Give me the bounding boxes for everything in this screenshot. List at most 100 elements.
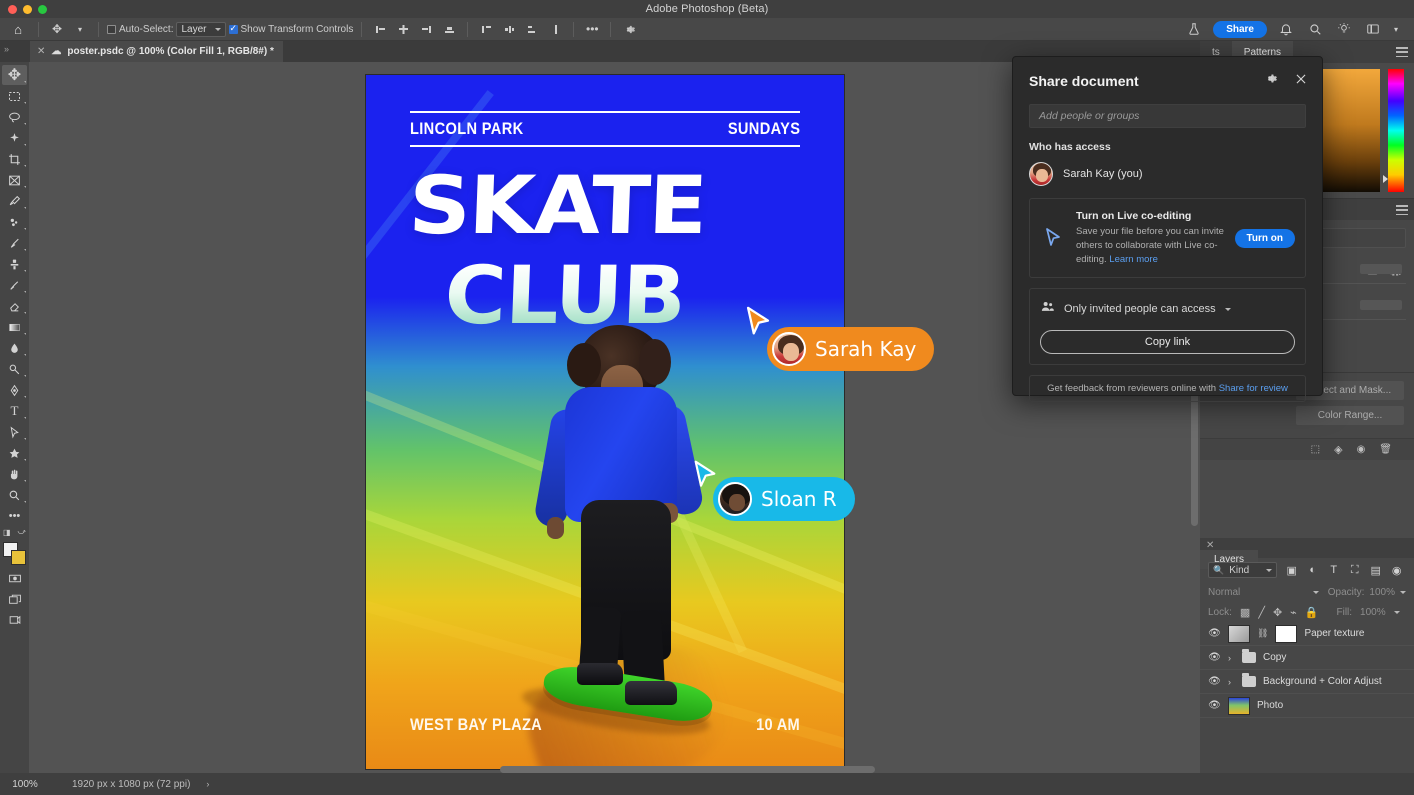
home-icon[interactable]: ⌂ [8, 20, 28, 39]
clone-stamp-tool[interactable] [2, 254, 27, 274]
brush-tool[interactable] [2, 233, 27, 253]
eraser-tool[interactable] [2, 296, 27, 316]
lock-all-icon[interactable]: 🔒 [1305, 606, 1319, 619]
chevron-right-icon[interactable]: › [1228, 677, 1235, 687]
filter-type-icon[interactable]: T [1327, 564, 1340, 576]
filter-adjustment-icon[interactable]: ◐ [1306, 564, 1319, 576]
turn-on-button[interactable]: Turn on [1234, 228, 1295, 248]
workspace-chevron-icon[interactable]: ▾ [1386, 20, 1406, 39]
fill-value[interactable]: 100% [1360, 607, 1386, 618]
crop-tool[interactable] [2, 149, 27, 169]
layer-thumbnail[interactable] [1228, 696, 1250, 715]
gradient-tool[interactable] [2, 317, 27, 337]
move-tool-icon[interactable]: ✥ [47, 20, 67, 39]
align-bottom-edges-icon[interactable] [439, 20, 459, 39]
gear-icon[interactable] [1263, 71, 1278, 91]
lock-image-pixels-icon[interactable]: ╱ [1258, 606, 1265, 619]
eye-icon[interactable]: 👁 [1208, 652, 1221, 663]
share-image-icon[interactable] [2, 610, 27, 630]
table-row[interactable]: 👁 › Background + Color Adjust [1200, 670, 1414, 694]
layer-mask-thumbnail[interactable] [1275, 624, 1298, 643]
share-button[interactable]: Share [1213, 20, 1267, 38]
marching-ants-icon[interactable]: ⬚ [1311, 444, 1320, 455]
table-row[interactable]: 👁 › Copy [1200, 646, 1414, 670]
close-icon[interactable] [1294, 72, 1308, 91]
collaborator-chip[interactable]: Sloan R [713, 477, 855, 521]
delete-icon[interactable]: 🗑 [1379, 444, 1392, 455]
eye-icon[interactable]: 👁 [1208, 676, 1221, 687]
add-people-input[interactable]: Add people or groups [1029, 104, 1306, 128]
lock-artboard-icon[interactable]: ⌁ [1290, 606, 1297, 619]
copy-link-button[interactable]: Copy link [1040, 330, 1295, 355]
frame-tool[interactable] [2, 170, 27, 190]
filter-pixel-icon[interactable]: ▣ [1285, 564, 1298, 577]
link-icon[interactable]: ⛓ [1257, 628, 1268, 639]
panel-menu-icon[interactable] [1396, 47, 1408, 57]
move-tool[interactable]: ✥ [2, 65, 27, 85]
distribute-horizontal-icon[interactable] [522, 20, 542, 39]
path-selection-tool[interactable] [2, 422, 27, 442]
traffic-lights[interactable] [8, 5, 47, 14]
table-row[interactable]: 👁 ⛓ Paper texture [1200, 622, 1414, 646]
workspace-icon[interactable] [1363, 20, 1383, 39]
hand-tool[interactable] [2, 464, 27, 484]
lock-position-icon[interactable]: ✥ [1273, 606, 1282, 619]
discover-bulb-icon[interactable] [1334, 20, 1354, 39]
filter-smart-object-icon[interactable]: ▤ [1369, 564, 1382, 577]
panel-expand-arrows-icon[interactable]: » [4, 44, 9, 54]
chevron-right-icon[interactable]: › [190, 779, 209, 789]
default-colors-icon[interactable]: ◨ [3, 528, 11, 537]
pen-tool[interactable] [2, 380, 27, 400]
chevron-down-icon[interactable] [1224, 307, 1231, 311]
shape-tool[interactable] [2, 443, 27, 463]
gear-icon[interactable] [619, 20, 639, 39]
auto-select-checkbox[interactable] [107, 24, 116, 34]
screen-mode-icon[interactable] [2, 589, 27, 609]
share-for-review-link[interactable]: Share for review [1219, 383, 1288, 394]
bell-icon[interactable] [1276, 20, 1296, 39]
access-level-dropdown[interactable]: Only invited people can access [1040, 299, 1295, 319]
zoom-level[interactable]: 100% [0, 779, 50, 790]
lasso-tool[interactable] [2, 107, 27, 127]
beta-flask-icon[interactable] [1184, 20, 1204, 39]
default-swap-colors[interactable]: ◨ ⤻ [3, 527, 26, 537]
align-top-edges-icon[interactable] [476, 20, 496, 39]
align-horizontal-centers-icon[interactable] [393, 20, 413, 39]
mask-icon[interactable]: ◈ [1334, 443, 1342, 456]
eyedropper-tool[interactable] [2, 191, 27, 211]
distribute-vertical-icon[interactable] [545, 20, 565, 39]
zoom-window-button[interactable] [38, 5, 47, 14]
edit-toolbar-icon[interactable]: ••• [2, 506, 27, 526]
blend-mode-dropdown[interactable]: Normal [1208, 584, 1323, 600]
align-left-edges-icon[interactable] [370, 20, 390, 39]
show-transform-checkbox[interactable] [228, 23, 238, 34]
chevron-down-icon[interactable] [1400, 590, 1406, 594]
align-vertical-centers-icon[interactable] [499, 20, 519, 39]
learn-more-link[interactable]: Learn more [1109, 254, 1158, 265]
close-window-button[interactable] [8, 5, 17, 14]
align-right-edges-icon[interactable] [416, 20, 436, 39]
tool-preset-chevron-icon[interactable]: ▾ [70, 20, 90, 39]
hue-slider[interactable] [1383, 69, 1404, 192]
close-icon[interactable]: ✕ [37, 46, 45, 57]
background-color-swatch[interactable] [10, 550, 26, 565]
minimize-window-button[interactable] [23, 5, 32, 14]
history-brush-tool[interactable] [2, 275, 27, 295]
color-range-button[interactable]: Color Range... [1296, 406, 1404, 425]
panel-menu-icon[interactable] [1396, 205, 1408, 215]
quick-mask-icon[interactable] [2, 568, 27, 588]
layer-filter-kind-dropdown[interactable]: 🔍 Kind [1208, 562, 1278, 578]
chevron-right-icon[interactable]: › [1228, 653, 1235, 663]
hue-marker[interactable] [1383, 174, 1388, 183]
type-tool[interactable]: T [2, 401, 27, 421]
collaborator-cursor-sarah-kay[interactable]: Sarah Kay [741, 306, 935, 371]
visibility-icon[interactable]: ◉ [1357, 444, 1366, 455]
rectangular-marquee-tool[interactable] [2, 86, 27, 106]
document-tab-poster[interactable]: ✕ ☁ poster.psdc @ 100% (Color Fill 1, RG… [30, 41, 283, 62]
lock-transparent-pixels-icon[interactable]: ▩ [1240, 606, 1250, 619]
eye-icon[interactable]: 👁 [1208, 700, 1221, 711]
poster-artboard[interactable]: LINCOLN PARK SUNDAYS SKATE CLUB WEST BAY… [366, 75, 844, 769]
color-swatches[interactable] [2, 542, 28, 567]
chevron-down-icon[interactable] [1393, 610, 1400, 614]
dodge-tool[interactable] [2, 359, 27, 379]
